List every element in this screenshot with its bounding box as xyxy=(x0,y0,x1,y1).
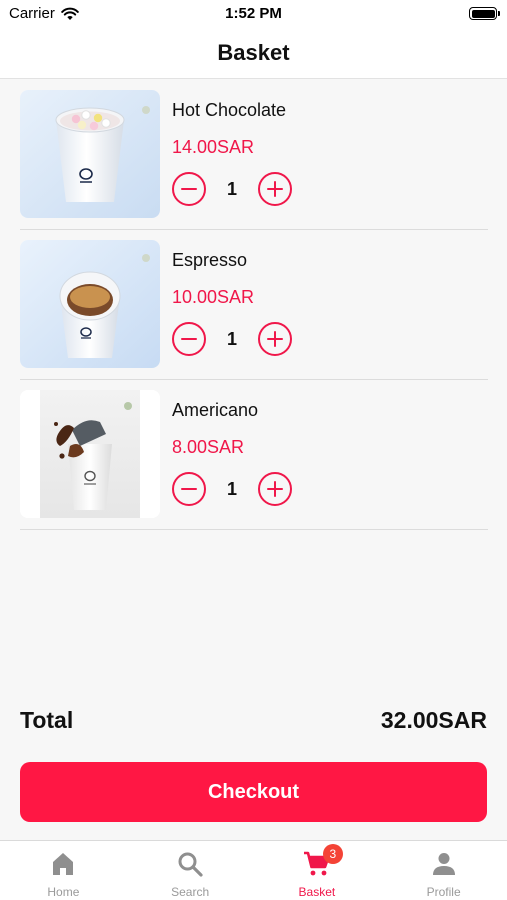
hot-chocolate-image[interactable] xyxy=(20,90,160,218)
tab-home[interactable]: Home xyxy=(0,841,127,900)
increase-button[interactable] xyxy=(258,322,292,356)
increase-button[interactable] xyxy=(258,172,292,206)
quantity-stepper: 1 xyxy=(172,472,292,506)
tab-bar: Home Search 3 Basket Profile xyxy=(0,840,507,900)
status-time: 1:52 PM xyxy=(225,5,282,22)
basket-count-badge: 3 xyxy=(322,844,343,864)
item-quantity: 1 xyxy=(226,478,237,499)
decrease-button[interactable] xyxy=(172,172,206,206)
tab-search[interactable]: Search xyxy=(127,841,254,900)
nav-header: Basket xyxy=(0,28,507,79)
item-quantity: 1 xyxy=(226,328,237,349)
increase-button[interactable] xyxy=(258,472,292,506)
tab-label: Search xyxy=(171,885,210,899)
tab-label: Home xyxy=(47,885,80,899)
total-value: 32.00SAR xyxy=(380,706,487,733)
item-price: 10.00SAR xyxy=(172,287,255,307)
battery-icon xyxy=(469,7,500,20)
item-name: Hot Chocolate xyxy=(172,100,287,120)
total-label: Total xyxy=(20,706,74,733)
minus-icon xyxy=(181,337,197,340)
item-name: Espresso xyxy=(172,250,248,270)
decrease-button[interactable] xyxy=(172,322,206,356)
search-icon xyxy=(178,852,203,877)
home-icon xyxy=(53,853,74,875)
item-quantity: 1 xyxy=(226,178,237,199)
basket-list: Hot Chocolate 14.00SAR 1 Espresso 10.00S… xyxy=(20,80,488,530)
americano-image[interactable] xyxy=(20,390,160,518)
total-row: Total 32.00SAR xyxy=(20,705,487,735)
quantity-stepper: 1 xyxy=(172,322,292,356)
item-name: Americano xyxy=(172,400,259,420)
tab-label: Profile xyxy=(426,885,461,899)
person-icon xyxy=(432,853,455,875)
basket-item: Espresso 10.00SAR 1 xyxy=(20,230,488,380)
minus-icon xyxy=(181,487,197,490)
tab-profile[interactable]: Profile xyxy=(380,841,507,900)
decrease-button[interactable] xyxy=(172,472,206,506)
tab-basket[interactable]: 3 Basket xyxy=(254,841,381,900)
item-price: 8.00SAR xyxy=(172,437,245,457)
cart-icon-wrapper: 3 xyxy=(303,844,343,878)
basket-item: Americano 8.00SAR 1 xyxy=(20,380,488,530)
page-title: Basket xyxy=(217,40,290,65)
basket-item: Hot Chocolate 14.00SAR 1 xyxy=(20,80,488,230)
status-bar: Carrier 1:52 PM xyxy=(0,0,507,28)
espresso-image[interactable] xyxy=(20,240,160,368)
checkout-button[interactable]: Checkout xyxy=(20,762,487,822)
item-price: 14.00SAR xyxy=(172,137,255,157)
tab-label: Basket xyxy=(298,885,336,899)
quantity-stepper: 1 xyxy=(172,172,292,206)
minus-icon xyxy=(181,187,197,190)
